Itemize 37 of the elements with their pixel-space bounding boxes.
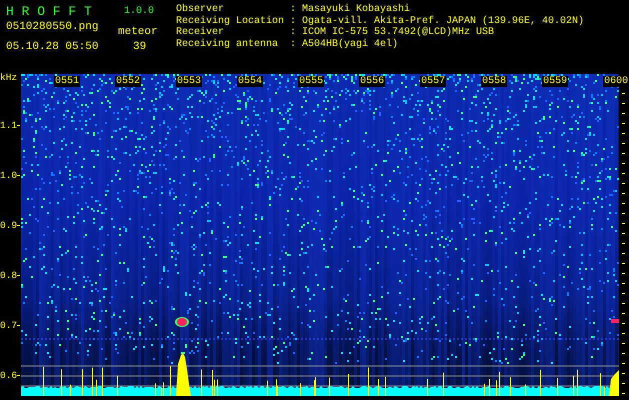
time-label: 0600 [603, 76, 629, 87]
app-version: 1.0.0 [124, 6, 154, 16]
info-label: Receiver [176, 27, 226, 38]
time-label: 0555 [298, 76, 324, 87]
app-title: H R O F F T [6, 4, 93, 18]
info-label: Receiving Location [176, 16, 286, 26]
date-time: 05.10.28 05:50 [6, 41, 100, 53]
frequency-label: 0.8 [0, 270, 18, 280]
frequency-label: 0.7 [0, 320, 18, 330]
frequency-label: 0.9 [0, 220, 18, 230]
time-label: 0552 [115, 76, 142, 87]
time-label: 0551 [54, 76, 80, 87]
info-separator: : [290, 4, 298, 16]
info-separator: : [290, 38, 298, 50]
meteor-count: 39 [132, 41, 148, 53]
info-label: Receiving antenna [176, 38, 280, 50]
frequency-unit: kHz [0, 72, 18, 84]
meteor-label: meteor [118, 26, 159, 38]
info-value: Ogata-vill. Akita-Pref. JAPAN (139.96E, 40.02N) [302, 16, 584, 26]
time-label: 0553 [176, 76, 202, 87]
time-label: 0559 [542, 76, 568, 87]
file-name: 0510280550.png [6, 20, 100, 33]
info-value: ICOM IC-575 53.7492(@LCD)MHz USB [302, 27, 494, 38]
info-value: A504HB(yagi 4el) [302, 38, 398, 50]
meteor-echo-blob [175, 317, 189, 327]
time-label: 0554 [237, 76, 264, 87]
frequency-label: 0.6 [0, 370, 18, 380]
info-value: Masayuki Kobayashi [302, 4, 410, 16]
info-label: Observer [176, 4, 226, 16]
frequency-label: 1.1 [0, 120, 18, 130]
meteor-peak-spike [176, 353, 191, 396]
frequency-label: 1.0 [0, 170, 18, 180]
info-separator: : [290, 27, 298, 38]
time-label: 0557 [420, 76, 446, 87]
time-label: 0558 [481, 76, 508, 87]
time-label: 0556 [359, 76, 386, 87]
info-separator: : [290, 16, 298, 27]
